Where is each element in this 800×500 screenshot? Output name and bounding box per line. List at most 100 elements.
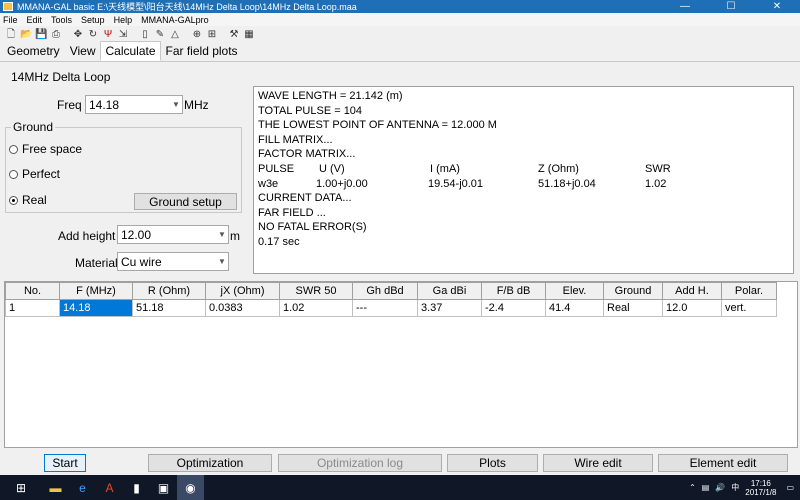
freq-value: 14.18 (89, 97, 120, 112)
column-header[interactable]: Elev. (545, 282, 604, 300)
output-line: FILL MATRIX... (258, 133, 333, 146)
minimize-button[interactable]: — (662, 0, 708, 13)
office-app-icon[interactable]: A (96, 475, 123, 500)
chevron-up-icon[interactable]: ⌃ (689, 483, 696, 492)
shrink-icon[interactable]: ⇲ (117, 29, 129, 41)
menu-edit[interactable]: Edit (27, 15, 43, 25)
freq-label: Freq (57, 98, 82, 112)
print-icon[interactable]: ⎙ (50, 29, 62, 41)
optimization-button[interactable]: Optimization (148, 454, 272, 472)
optimization-log-button[interactable]: Optimization log (278, 454, 442, 472)
menu-tools[interactable]: Tools (51, 15, 72, 25)
add-height-combo[interactable]: 12.00 ▼ (117, 225, 229, 244)
radio-real[interactable]: Real (9, 193, 47, 207)
edge-browser-icon[interactable]: e (69, 475, 96, 500)
column-header[interactable]: R (Ohm) (132, 282, 206, 300)
plots-button[interactable]: Plots (447, 454, 538, 472)
save-icon[interactable]: 💾 (35, 29, 47, 41)
column-header[interactable]: F/B dB (481, 282, 546, 300)
table-cell[interactable]: vert. (721, 299, 777, 317)
app-icon[interactable]: ▣ (150, 475, 177, 500)
triangle-icon[interactable]: △ (169, 29, 181, 41)
calculator-icon[interactable]: ▦ (243, 29, 255, 41)
table-cell[interactable]: 1 (5, 299, 60, 317)
column-header[interactable]: Add H. (662, 282, 722, 300)
material-combo[interactable]: Cu wire ▼ (117, 252, 229, 271)
table-cell[interactable]: Real (603, 299, 663, 317)
tab-strip: Geometry View Calculate Far field plots (0, 41, 800, 62)
output-value: w3e (258, 177, 279, 190)
add-height-label: Add height (58, 229, 116, 243)
radio-perfect[interactable]: Perfect (9, 167, 60, 181)
column-header[interactable]: F (MHz) (59, 282, 133, 300)
calculation-output[interactable]: WAVE LENGTH = 21.142 (m) TOTAL PULSE = 1… (253, 86, 794, 274)
mmana-taskbar-icon[interactable]: ◉ (177, 475, 204, 500)
table-cell[interactable]: 51.18 (132, 299, 206, 317)
table-cell[interactable]: -2.4 (481, 299, 546, 317)
chevron-down-icon: ▼ (218, 230, 226, 239)
app-icon[interactable]: ▮ (123, 475, 150, 500)
menu-setup[interactable]: Setup (81, 15, 105, 25)
draw-icon[interactable]: ✎ (154, 29, 166, 41)
clock-time: 17:16 (750, 478, 771, 488)
radio-free-space[interactable]: Free space (9, 142, 82, 156)
chevron-down-icon: ▼ (218, 257, 226, 266)
radio-label: Perfect (22, 167, 61, 181)
menu-help[interactable]: Help (114, 15, 133, 25)
tab-far-field-plots[interactable]: Far field plots (161, 41, 243, 61)
ground-group: Ground Free space Perfect Real Ground se… (5, 120, 242, 213)
windows-start-icon[interactable]: ⊞ (0, 475, 42, 500)
ground-setup-button[interactable]: Ground setup (134, 193, 237, 210)
rotate-icon[interactable]: ↻ (87, 29, 99, 41)
table-cell[interactable]: 12.0 (662, 299, 722, 317)
menu-mmana-galpro[interactable]: MMANA-GALpro (141, 15, 209, 25)
network-icon[interactable]: ▤ (702, 483, 710, 492)
start-button[interactable]: Start (44, 454, 86, 472)
output-header: U (V) (319, 162, 345, 175)
maximize-button[interactable]: ☐ (708, 0, 754, 13)
table-cell[interactable]: --- (352, 299, 418, 317)
output-line: NO FATAL ERROR(S) (258, 221, 367, 234)
new-file-icon[interactable]: 🗋 (5, 29, 17, 41)
target-icon[interactable]: ⊕ (191, 29, 203, 41)
table-row[interactable]: 1 14.18 51.18 0.0383 1.02 --- 3.37 -2.4 … (5, 299, 777, 317)
column-header[interactable]: SWR 50 (279, 282, 353, 300)
tab-view[interactable]: View (65, 41, 101, 61)
add-height-unit: m (230, 229, 240, 243)
volume-icon[interactable]: 🔊 (715, 483, 725, 492)
add-icon[interactable]: ⊞ (206, 29, 218, 41)
antenna-icon[interactable]: Ψ (102, 29, 114, 41)
column-header[interactable]: No. (5, 282, 60, 300)
table-cell-selected[interactable]: 14.18 (59, 299, 133, 317)
column-header[interactable]: Polar. (721, 282, 777, 300)
results-table[interactable]: No. F (MHz) R (Ohm) jX (Ohm) SWR 50 Gh d… (4, 281, 798, 448)
table-cell[interactable]: 1.02 (279, 299, 353, 317)
close-button[interactable]: ✕ (754, 0, 800, 13)
tab-calculate[interactable]: Calculate (100, 41, 161, 61)
table-cell[interactable]: 41.4 (545, 299, 604, 317)
clock[interactable]: 17:16 2017/1/8 (745, 479, 776, 497)
move-icon[interactable]: ✥ (72, 29, 84, 41)
column-header[interactable]: Ground (603, 282, 663, 300)
clock-date: 2017/1/8 (745, 487, 777, 497)
freq-combo[interactable]: 14.18 ▼ (85, 95, 183, 114)
column-header[interactable]: Ga dBi (417, 282, 482, 300)
output-header: SWR (645, 162, 671, 175)
wire-edit-button[interactable]: Wire edit (543, 454, 653, 472)
open-file-icon[interactable]: 📂 (20, 29, 32, 41)
notification-icon[interactable]: ▭ (786, 483, 794, 492)
menu-file[interactable]: File (3, 15, 18, 25)
ime-indicator[interactable]: 中 (731, 482, 739, 493)
tools-icon[interactable]: ⚒ (228, 29, 240, 41)
column-header[interactable]: jX (Ohm) (205, 282, 280, 300)
element-edit-button[interactable]: Element edit (658, 454, 788, 472)
system-tray: ⌃ ▤ 🔊 中 17:16 2017/1/8 ▭ (689, 479, 800, 497)
tab-geometry[interactable]: Geometry (2, 41, 65, 61)
column-header[interactable]: Gh dBd (352, 282, 418, 300)
material-label: Material (75, 256, 118, 270)
file-explorer-icon[interactable]: ▬ (42, 475, 69, 500)
table-cell[interactable]: 0.0383 (205, 299, 280, 317)
wire-icon[interactable]: ▯ (139, 29, 151, 41)
output-line: FAR FIELD ... (258, 206, 326, 219)
table-cell[interactable]: 3.37 (417, 299, 482, 317)
